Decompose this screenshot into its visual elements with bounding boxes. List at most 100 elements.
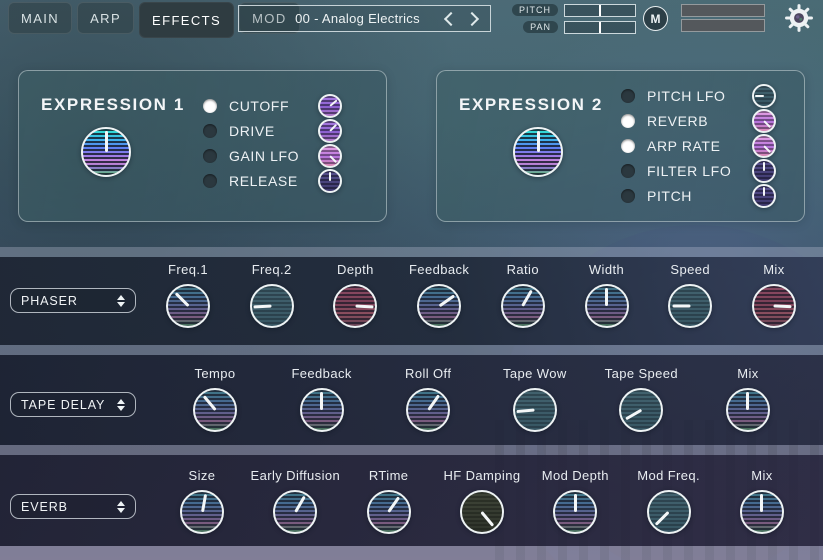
target-label: PITCH [647,188,752,204]
fx-knob[interactable] [250,284,294,328]
knob-label: Early Diffusion [251,468,341,485]
mod-target-row: CUTOFF [203,93,342,118]
target-select-radio[interactable] [621,114,635,128]
tab-main[interactable]: MAIN [8,2,72,34]
fx-knob[interactable] [513,388,557,432]
fx-row-tape-delay: TAPE DELAY Tempo Feedback Roll Off Tape … [0,355,823,445]
target-amount-knob[interactable] [752,184,776,208]
expression-title: EXPRESSION 1 [41,95,185,115]
knob-label: RTime [369,468,409,485]
chevron-left-icon[interactable] [444,11,458,25]
target-select-radio[interactable] [203,99,217,113]
fx-param: Size [172,468,232,534]
target-label: FILTER LFO [647,163,752,179]
settings-button[interactable] [784,3,814,33]
target-amount-knob[interactable] [752,134,776,158]
pan-label: PAN [523,21,558,33]
preset-arrows [446,14,490,24]
fx-knob[interactable] [460,490,504,534]
target-select-radio[interactable] [621,139,635,153]
chevron-right-icon[interactable] [465,11,479,25]
fx-knob[interactable] [501,284,545,328]
mute-button[interactable]: M [643,6,668,31]
target-select-radio[interactable] [621,89,635,103]
knob-label: HF Damping [444,468,521,485]
target-amount-knob[interactable] [752,159,776,183]
tab-effects[interactable]: EFFECTS [139,2,234,38]
fx-knob[interactable] [300,388,344,432]
fx-type-select[interactable]: TAPE DELAY [10,392,136,417]
expression-title: EXPRESSION 2 [459,95,603,115]
expression-panel-2: EXPRESSION 2 PITCH LFO REVERB ARP RATE F… [436,70,805,222]
mod-target-row: ARP RATE [621,133,776,158]
fx-type-select[interactable]: PHASER [10,288,136,313]
target-select-radio[interactable] [203,124,217,138]
target-select-radio[interactable] [621,189,635,203]
preset-name: 00 - Analog Electrics [239,11,446,26]
knob-strip: Tempo Feedback Roll Off Tape Wow Tape Sp… [185,366,778,432]
fx-param: Width [577,262,637,328]
fx-knob[interactable] [647,490,691,534]
target-label: CUTOFF [229,98,318,114]
mod-target-row: DRIVE [203,118,342,143]
pitch-slider[interactable] [564,4,636,17]
fx-param: Ratio [493,262,553,328]
knob-label: Width [589,262,624,279]
target-amount-knob[interactable] [752,109,776,133]
target-select-radio[interactable] [203,149,217,163]
fx-knob[interactable] [193,388,237,432]
fx-knob[interactable] [406,388,450,432]
fx-knob[interactable] [333,284,377,328]
mod-target-row: REVERB [621,108,776,133]
knob-strip: Freq.1 Freq.2 Depth Feedback Ratio Width… [158,262,804,328]
expression-macro-knob[interactable] [513,127,563,177]
fx-knob[interactable] [752,284,796,328]
fx-knob[interactable] [619,388,663,432]
pan-slider[interactable] [564,21,636,34]
level-meter [681,4,765,34]
knob-label: Size [189,468,216,485]
fx-param: Mod Freq. [639,468,699,534]
knob-label: Ratio [507,262,539,279]
fx-param: Feedback [292,366,352,432]
tab-arp[interactable]: ARP [77,2,134,34]
expression-panel-1: EXPRESSION 1 CUTOFF DRIVE GAIN LFO RELEA… [18,70,387,222]
fx-knob[interactable] [273,490,317,534]
pitch-pan-group: PITCH PAN [512,3,636,37]
fx-param: HF Damping [452,468,512,534]
preset-selector[interactable]: 00 - Analog Electrics [238,5,491,32]
knob-label: Depth [337,262,374,279]
fx-knob[interactable] [417,284,461,328]
knob-label: Mix [737,366,758,383]
target-select-radio[interactable] [203,174,217,188]
fx-param: Mix [732,468,792,534]
fx-knob[interactable] [166,284,210,328]
gear-icon [784,3,814,33]
fx-knob[interactable] [726,388,770,432]
fx-param: Tape Speed [611,366,671,432]
fx-knob[interactable] [668,284,712,328]
mod-target-row: FILTER LFO [621,158,776,183]
mod-target-list: CUTOFF DRIVE GAIN LFO RELEASE [203,93,342,193]
target-amount-knob[interactable] [318,119,342,143]
fx-row-phaser: PHASER Freq.1 Freq.2 Depth Feedback Rati… [0,257,823,345]
row-divider [0,247,823,257]
expression-macro-knob[interactable] [81,127,131,177]
fx-knob[interactable] [367,490,411,534]
fx-knob[interactable] [553,490,597,534]
fx-param: Freq.1 [158,262,218,328]
target-amount-knob[interactable] [752,84,776,108]
target-amount-knob[interactable] [318,169,342,193]
row-divider [0,546,823,560]
target-select-radio[interactable] [621,164,635,178]
target-amount-knob[interactable] [318,94,342,118]
mod-target-list: PITCH LFO REVERB ARP RATE FILTER LFO PIT [621,83,776,208]
fx-knob[interactable] [180,490,224,534]
fx-param: Tempo [185,366,245,432]
target-amount-knob[interactable] [318,144,342,168]
target-label: DRIVE [229,123,318,139]
fx-knob[interactable] [740,490,784,534]
pitch-label: PITCH [512,4,558,16]
fx-type-select[interactable]: EVERB [10,494,136,519]
fx-knob[interactable] [585,284,629,328]
